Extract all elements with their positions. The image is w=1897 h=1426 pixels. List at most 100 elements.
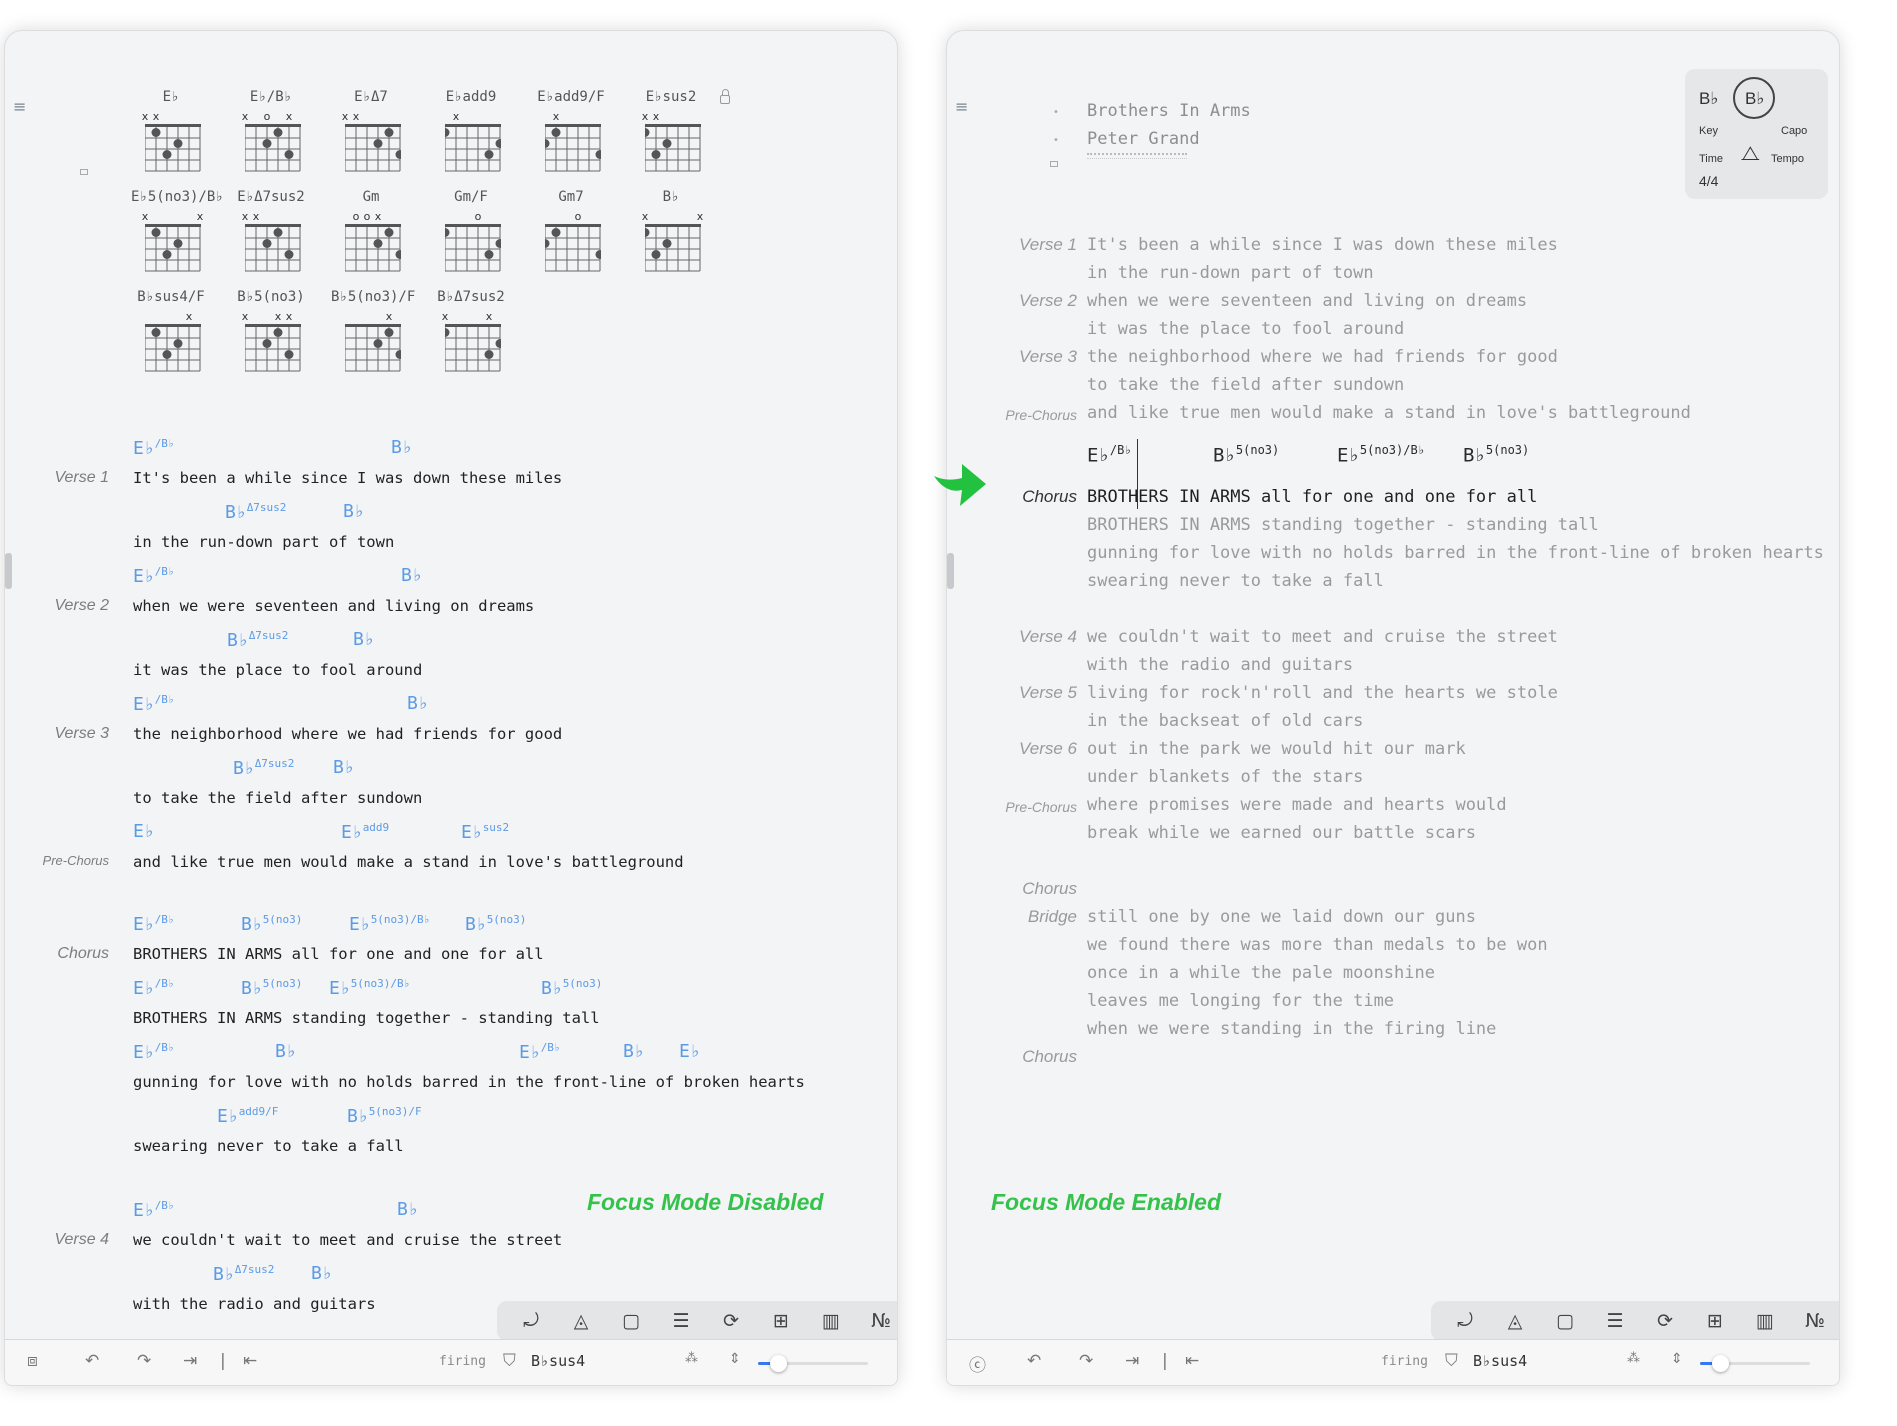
- chord-symbol[interactable]: E♭/B♭: [133, 977, 175, 999]
- chord-diagram[interactable]: E♭5(no3)/B♭ x x: [131, 189, 224, 299]
- collapse-box-icon[interactable]: [1050, 161, 1058, 167]
- number-icon[interactable]: №: [1801, 1307, 1829, 1335]
- next-icon[interactable]: ⇥: [183, 1351, 197, 1371]
- shield-icon[interactable]: ⛉: [1445, 1351, 1458, 1371]
- chord-symbol[interactable]: B♭: [353, 629, 375, 650]
- previous-icon[interactable]: ⇤: [243, 1351, 257, 1371]
- lyric-line[interactable]: BROTHERS IN ARMS all for one and one for…: [133, 945, 544, 963]
- chord-symbol[interactable]: B♭5(no3): [241, 977, 302, 999]
- section-label[interactable]: Chorus: [9, 945, 109, 963]
- chord-symbol[interactable]: E♭: [133, 821, 155, 842]
- section-label[interactable]: Verse 2: [947, 291, 1077, 311]
- chord-symbol[interactable]: B♭: [407, 693, 429, 714]
- chord-symbol[interactable]: E♭add9: [341, 821, 389, 843]
- grid-icon[interactable]: ⊞: [1701, 1307, 1729, 1335]
- song-artist[interactable]: Peter Grand: [1087, 129, 1200, 149]
- lyric-line[interactable]: still one by one we laid down our guns: [1087, 907, 1476, 927]
- current-chord[interactable]: B♭sus4: [531, 1352, 585, 1370]
- menu-icon[interactable]: ≡: [955, 97, 968, 116]
- chord-symbol[interactable]: B♭: [401, 565, 423, 586]
- lyric-line[interactable]: swearing never to take a fall: [133, 1137, 404, 1155]
- lyric-line[interactable]: it was the place to fool around: [133, 661, 422, 679]
- next-icon[interactable]: ⇥: [1125, 1351, 1139, 1371]
- lyric-line[interactable]: once in a while the pale moonshine: [1087, 963, 1435, 983]
- lyric-line[interactable]: leaves me longing for the time: [1087, 991, 1394, 1011]
- lyric-line[interactable]: BROTHERS IN ARMS standing together - sta…: [133, 1009, 600, 1027]
- lyric-line[interactable]: we couldn't wait to meet and cruise the …: [1087, 627, 1558, 647]
- chord-symbol[interactable]: E♭/B♭: [519, 1041, 561, 1063]
- lyric-line[interactable]: and like true men would make a stand in …: [133, 853, 684, 871]
- metronome-icon[interactable]: ⧍: [1741, 143, 1760, 166]
- menu-icon[interactable]: ≡: [13, 97, 26, 116]
- lyric-line[interactable]: when we were seventeen and living on dre…: [133, 597, 534, 615]
- chord-symbol[interactable]: B♭Δ7sus2: [213, 1263, 274, 1285]
- lyric-line[interactable]: we found there was more than medals to b…: [1087, 935, 1548, 955]
- lyric-line[interactable]: the neighborhood where we had friends fo…: [1087, 347, 1558, 367]
- grid-icon[interactable]: ⊞: [767, 1307, 795, 1335]
- chord-symbol[interactable]: E♭/B♭: [133, 437, 175, 459]
- section-label[interactable]: Pre-Chorus: [947, 799, 1077, 815]
- lyric-line[interactable]: to take the field after sundown: [133, 789, 422, 807]
- chord-symbol[interactable]: E♭5(no3)/B♭: [1337, 443, 1425, 466]
- lyric-line[interactable]: swearing never to take a fall: [1087, 571, 1384, 591]
- collapse-box-icon[interactable]: [80, 169, 88, 175]
- lyric-line[interactable]: break while we earned our battle scars: [1087, 823, 1476, 843]
- piano-icon[interactable]: ▥: [1751, 1307, 1779, 1335]
- refresh-icon[interactable]: ⟳: [1651, 1307, 1679, 1335]
- chord-symbol[interactable]: B♭: [343, 501, 365, 522]
- section-label[interactable]: Verse 4: [947, 627, 1077, 647]
- number-icon[interactable]: №: [867, 1307, 895, 1335]
- stepper-icon[interactable]: ⇕: [1671, 1351, 1683, 1367]
- lyric-line[interactable]: in the run-down part of town: [1087, 263, 1374, 283]
- lyric-line[interactable]: It's been a while since I was down these…: [1087, 235, 1558, 255]
- chord-symbol[interactable]: B♭5(no3)/F: [347, 1105, 422, 1127]
- section-label[interactable]: Verse 5: [947, 683, 1077, 703]
- tag-placeholder[interactable]: [1087, 153, 1187, 159]
- section-label[interactable]: Verse 3: [9, 725, 109, 743]
- chord-diagram[interactable]: B♭ x x: [631, 189, 711, 299]
- section-label[interactable]: Bridge: [947, 907, 1077, 927]
- section-label[interactable]: Pre-Chorus: [9, 853, 109, 868]
- chord-diagram[interactable]: B♭Δ7sus2 x x: [431, 289, 511, 399]
- refresh-icon[interactable]: ⟳: [717, 1307, 745, 1335]
- lyric-line[interactable]: living for rock'n'roll and the hearts we…: [1087, 683, 1558, 703]
- chord-symbol[interactable]: B♭5(no3): [465, 913, 526, 935]
- chord-symbol[interactable]: E♭5(no3)/B♭: [349, 913, 430, 935]
- undo-icon[interactable]: ↶: [85, 1351, 99, 1371]
- chord-symbol[interactable]: B♭5(no3): [241, 913, 302, 935]
- lyric-line[interactable]: to take the field after sundown: [1087, 375, 1404, 395]
- lyric-line[interactable]: when we were seventeen and living on dre…: [1087, 291, 1527, 311]
- chord-diagram[interactable]: E♭add9 x: [431, 89, 511, 199]
- chord-symbol[interactable]: E♭/B♭: [1087, 443, 1132, 466]
- chord-symbol[interactable]: E♭/B♭: [133, 913, 175, 935]
- chord-diagram[interactable]: E♭add9/F x: [531, 89, 611, 199]
- chord-symbol[interactable]: E♭sus2: [461, 821, 509, 843]
- chord-diagram[interactable]: B♭sus4/F x: [131, 289, 211, 399]
- lyric-line[interactable]: BROTHERS IN ARMS standing together - sta…: [1087, 515, 1599, 535]
- shield-icon[interactable]: ⛉: [503, 1351, 516, 1371]
- section-label[interactable]: Verse 2: [9, 597, 109, 615]
- chord-symbol[interactable]: B♭Δ7sus2: [233, 757, 294, 779]
- chord-symbol[interactable]: B♭5(no3): [1213, 443, 1279, 466]
- lyric-line[interactable]: with the radio and guitars: [133, 1295, 376, 1313]
- capture-icon[interactable]: ⓒ: [969, 1351, 986, 1376]
- dots-icon[interactable]: ⁂: [685, 1351, 698, 1366]
- chord-symbol[interactable]: B♭: [275, 1041, 297, 1062]
- fit-icon[interactable]: ⧈: [27, 1351, 38, 1371]
- chord-diagram[interactable]: Gm7 o: [531, 189, 611, 299]
- chord-diagram[interactable]: E♭ x x: [131, 89, 211, 199]
- lyric-line[interactable]: in the run-down part of town: [133, 533, 394, 551]
- chord-symbol[interactable]: E♭/B♭: [133, 565, 175, 587]
- piano-icon[interactable]: ▥: [817, 1307, 845, 1335]
- clipboard-icon[interactable]: ▢: [1551, 1307, 1579, 1335]
- previous-icon[interactable]: ⇤: [1185, 1351, 1199, 1371]
- align-icon[interactable]: ☰: [1601, 1307, 1629, 1335]
- lyric-line[interactable]: out in the park we would hit our mark: [1087, 739, 1466, 759]
- lyric-line[interactable]: and like true men would make a stand in …: [1087, 403, 1691, 423]
- redo-icon[interactable]: ↷: [1079, 1351, 1093, 1371]
- chord-symbol[interactable]: E♭/B♭: [133, 1041, 175, 1063]
- song-info-box[interactable]: B♭ B♭ Key Capo Time ⧍ Tempo 4/4: [1685, 69, 1828, 199]
- zoom-slider[interactable]: [1700, 1355, 1810, 1372]
- section-label[interactable]: Chorus: [947, 879, 1077, 899]
- section-label[interactable]: Pre-Chorus: [947, 407, 1077, 423]
